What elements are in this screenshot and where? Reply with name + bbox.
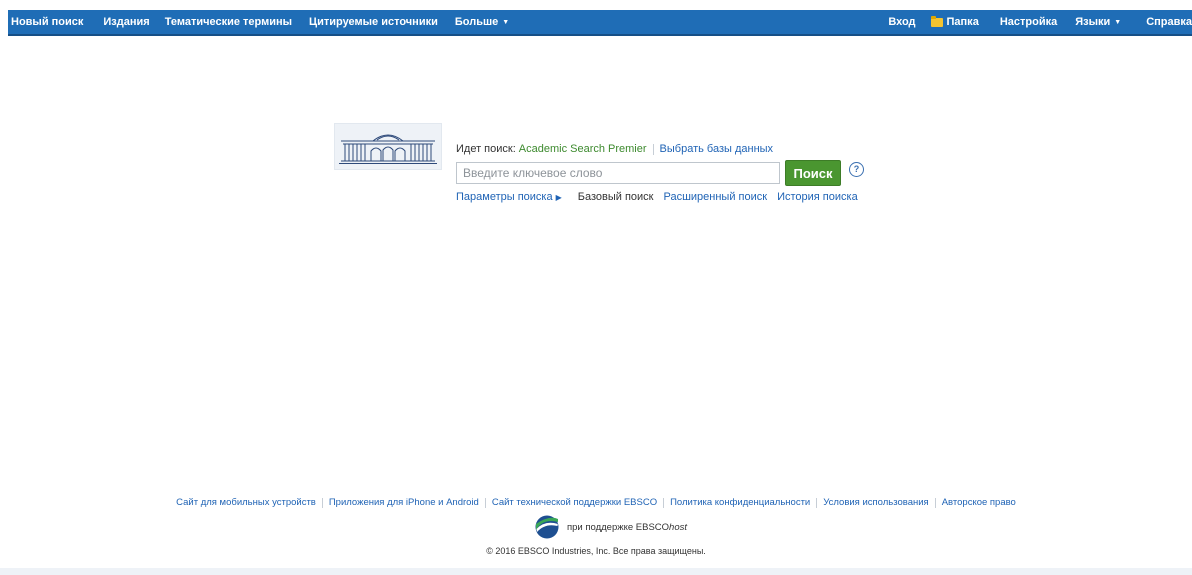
top-nav-left: Новый поиск Издания Тематические термины…	[8, 16, 509, 28]
footer-link-terms[interactable]: Условия использования	[823, 497, 928, 508]
search-panel: Идет поиск: Academic Search Premier Выбр…	[456, 143, 864, 203]
nav-new-search[interactable]: Новый поиск	[11, 16, 83, 28]
copyright-text: © 2016 EBSCO Industries, Inc. Все права …	[486, 546, 706, 556]
nav-folder-label: Папка	[946, 16, 979, 28]
folder-icon	[930, 15, 943, 27]
search-mode-links: Параметры поиска ▶ Базовый поиск Расшире…	[456, 191, 864, 203]
search-input[interactable]	[456, 162, 780, 184]
nav-preferences[interactable]: Настройка	[1000, 16, 1057, 28]
footer-link-privacy[interactable]: Политика конфиденциальности	[670, 497, 810, 508]
basic-search-label: Базовый поиск	[577, 191, 654, 203]
footer-link-copyright[interactable]: Авторское право	[942, 497, 1016, 508]
advanced-search-link[interactable]: Расширенный поиск	[663, 191, 767, 203]
nav-subject-terms[interactable]: Тематические термины	[165, 16, 292, 28]
search-button[interactable]: Поиск	[785, 160, 841, 186]
database-name: Academic Search Premier	[518, 143, 647, 155]
footer-link-mobile-site[interactable]: Сайт для мобильных устройств	[176, 497, 316, 508]
divider	[663, 497, 665, 508]
triangle-right-icon: ▶	[555, 192, 562, 202]
search-database-row: Идет поиск: Academic Search Premier Выбр…	[456, 143, 864, 155]
institution-logo	[334, 123, 442, 170]
search-history-link[interactable]: История поиска	[777, 191, 858, 203]
chevron-down-icon: ▼	[502, 18, 510, 26]
nav-cited-references[interactable]: Цитируемые источники	[309, 16, 438, 28]
choose-databases-link[interactable]: Выбрать базы данных	[660, 143, 774, 155]
nav-more-label: Больше	[454, 16, 499, 28]
nav-folder[interactable]: Папка	[930, 15, 979, 28]
nav-help[interactable]: Справка	[1146, 16, 1192, 28]
divider	[934, 497, 936, 508]
divider	[484, 497, 486, 508]
ebsco-logo-icon	[535, 515, 559, 539]
nav-languages[interactable]: Языки ▼	[1075, 16, 1121, 28]
powered-by-label: при поддержке EBSCO	[566, 521, 670, 533]
chevron-down-icon: ▼	[1114, 18, 1122, 26]
footer-link-apps[interactable]: Приложения для iPhone и Android	[329, 497, 479, 508]
nav-languages-label: Языки	[1075, 16, 1111, 28]
nav-more[interactable]: Больше ▼	[455, 16, 509, 28]
nav-publications[interactable]: Издания	[103, 16, 149, 28]
library-building-icon	[339, 134, 437, 164]
searching-label: Идет поиск:	[456, 143, 516, 155]
footer-links: Сайт для мобильных устройств Приложения …	[0, 497, 1192, 508]
top-nav-right: Вход Папка Настройка Языки ▼ Справка	[888, 15, 1192, 28]
footer-link-support[interactable]: Сайт технической поддержки EBSCO	[492, 497, 657, 508]
top-navigation-bar: Новый поиск Издания Тематические термины…	[8, 10, 1192, 36]
bottom-bar	[0, 568, 1192, 575]
divider	[321, 497, 323, 508]
search-options-link[interactable]: Параметры поиска	[456, 191, 553, 203]
help-icon[interactable]: ?	[849, 161, 864, 177]
powered-by-host: host	[669, 521, 687, 533]
divider	[652, 143, 654, 155]
divider	[816, 497, 818, 508]
powered-by: при поддержке EBSCO host	[0, 515, 1192, 539]
nav-sign-in[interactable]: Вход	[888, 16, 915, 28]
search-input-row: Поиск ?	[456, 160, 864, 186]
